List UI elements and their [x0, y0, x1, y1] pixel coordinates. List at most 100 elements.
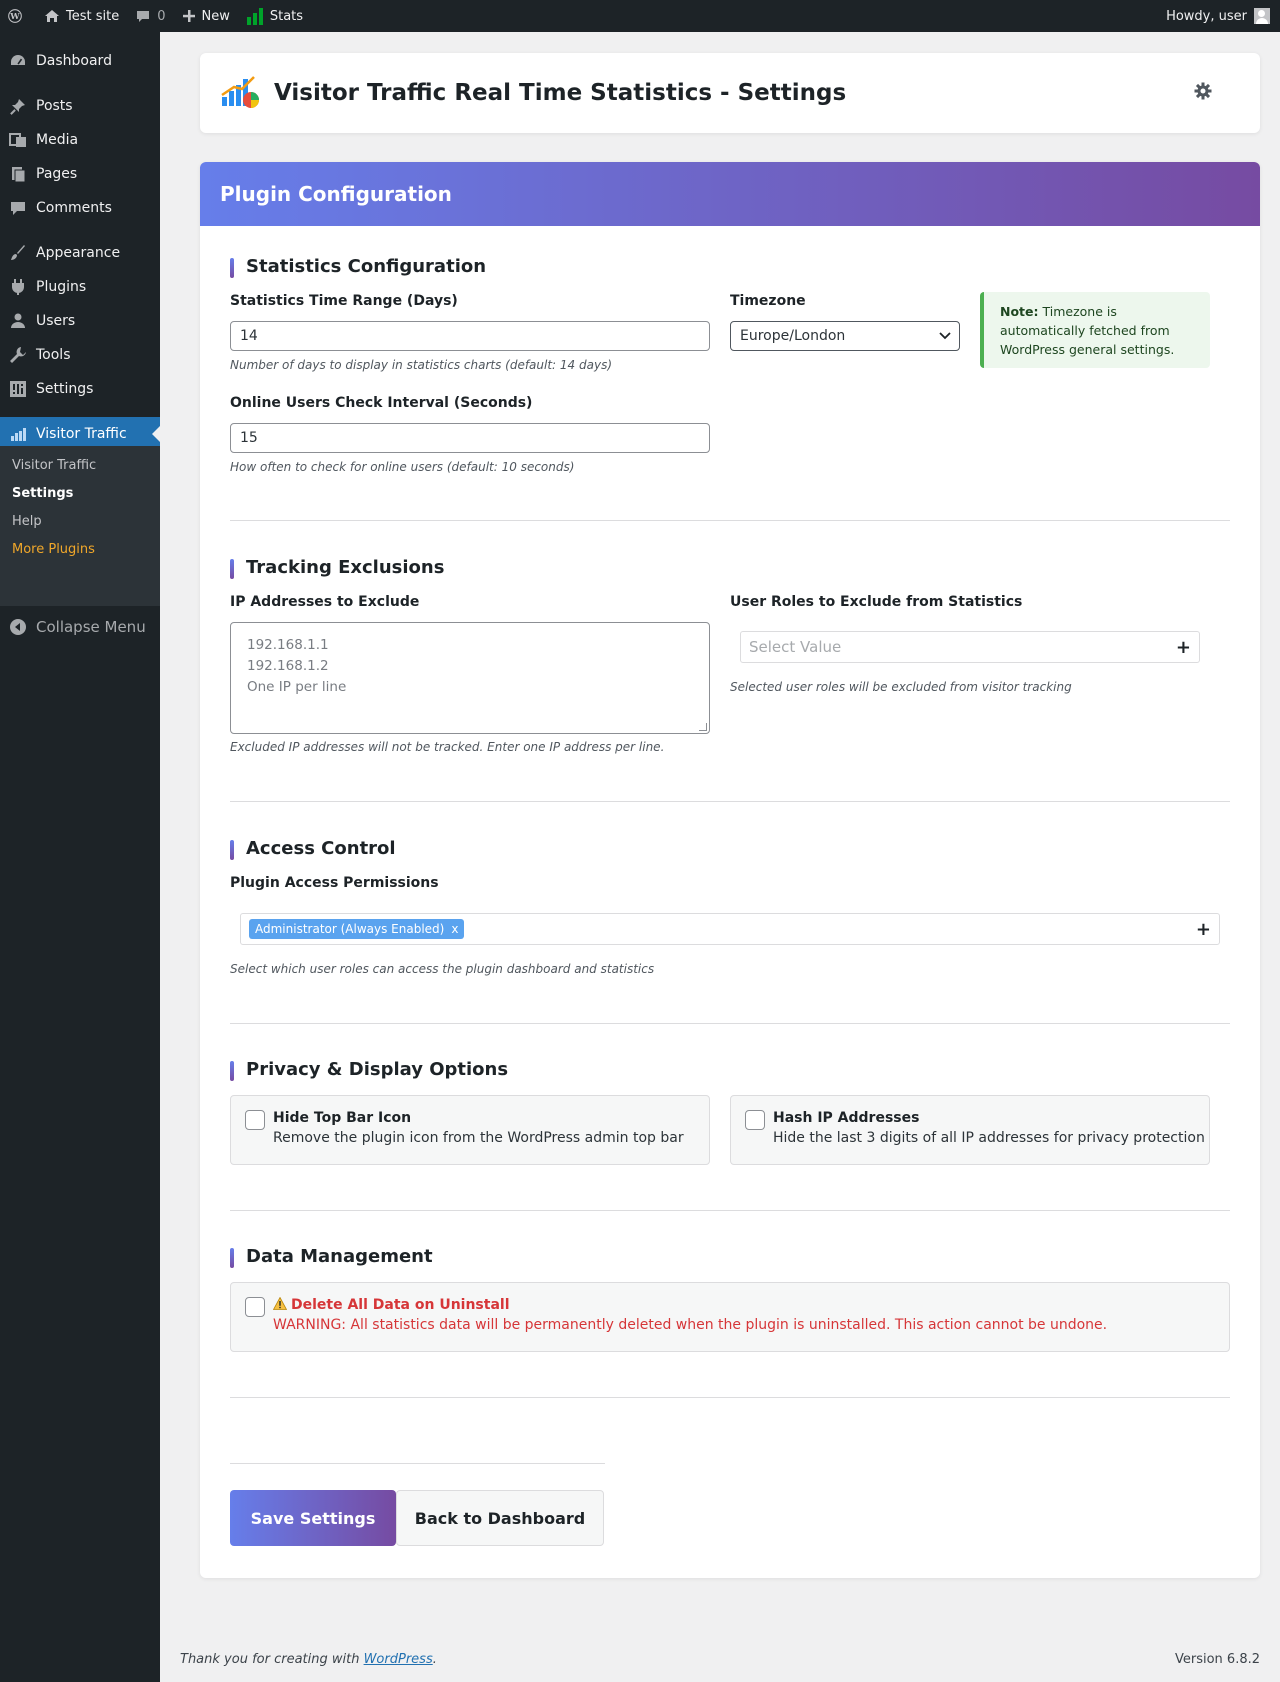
sidebar-item-dashboard[interactable]: Dashboard	[0, 44, 160, 78]
card-heading: Plugin Configuration	[200, 162, 1260, 226]
stats-bars-icon	[246, 8, 263, 25]
comments-link[interactable]: 0	[127, 0, 173, 32]
access-permissions-select[interactable]: Administrator (Always Enabled) x +	[240, 913, 1220, 945]
wordpress-logo-icon[interactable]: W	[0, 0, 36, 32]
ip-exclude-hint: Excluded IP addresses will not be tracke…	[230, 740, 665, 754]
stats-label: Stats	[269, 8, 304, 24]
chip-label: Administrator (Always Enabled)	[255, 922, 445, 936]
sidebar-item-posts[interactable]: Posts	[0, 89, 160, 123]
note-label: Note:	[1000, 304, 1039, 319]
wrench-icon	[0, 346, 36, 364]
avatar	[1254, 8, 1270, 24]
interval-hint: How often to check for online users (def…	[230, 460, 575, 474]
sidebar-item-label: Dashboard	[36, 53, 112, 69]
timezone-select[interactable]: Europe/London	[730, 321, 960, 351]
site-name-link[interactable]: Test site	[36, 0, 127, 32]
resize-handle-icon[interactable]	[699, 723, 707, 731]
interval-input[interactable]: 15	[230, 423, 710, 453]
ip-exclude-textarea[interactable]: 192.168.1.1 192.168.1.2 One IP per line	[230, 622, 710, 734]
admin-sidebar: Dashboard Posts Media Pages Comments App…	[0, 32, 160, 1682]
roles-exclude-select[interactable]: Select Value +	[740, 631, 1200, 663]
roles-exclude-label: User Roles to Exclude from Statistics	[730, 594, 1023, 610]
hash-ip-option[interactable]: Hash IP Addresses Hide the last 3 digits…	[730, 1095, 1210, 1165]
site-name: Test site	[66, 8, 120, 24]
sidebar-item-label: Comments	[36, 200, 112, 216]
page-title: Visitor Traffic Real Time Statistics - S…	[274, 80, 847, 106]
section-divider	[230, 801, 1230, 802]
section-title-data-management: Data Management	[230, 1246, 433, 1268]
sidebar-item-label: Media	[36, 132, 79, 148]
hide-top-bar-checkbox[interactable]	[245, 1110, 265, 1130]
new-content-link[interactable]: New	[174, 0, 238, 32]
hash-ip-checkbox[interactable]	[745, 1110, 765, 1130]
delete-data-option[interactable]: Delete All Data on Uninstall WARNING: Al…	[230, 1282, 1230, 1352]
section-divider	[230, 1210, 1230, 1211]
time-range-input[interactable]: 14	[230, 321, 710, 351]
role-chip: Administrator (Always Enabled) x	[249, 919, 465, 939]
textarea-placeholder-line: One IP per line	[247, 679, 347, 695]
option-title: Hide Top Bar Icon	[273, 1110, 412, 1126]
section-title-privacy: Privacy & Display Options	[230, 1059, 508, 1081]
sidebar-item-pages[interactable]: Pages	[0, 157, 160, 191]
settings-icon	[0, 380, 36, 398]
collapse-menu-button[interactable]: Collapse Menu	[0, 610, 160, 644]
textarea-placeholder-line: 192.168.1.2	[247, 658, 329, 674]
footer-version: Version 6.8.2	[1174, 1652, 1260, 1667]
pushpin-icon	[0, 97, 36, 115]
delete-title: Delete All Data on Uninstall	[291, 1297, 510, 1313]
plus-icon[interactable]: +	[1196, 919, 1211, 940]
submenu-item-visitor-traffic[interactable]: Visitor Traffic	[12, 458, 96, 473]
sidebar-item-comments[interactable]: Comments	[0, 191, 160, 225]
sidebar-item-users[interactable]: Users	[0, 304, 160, 338]
sidebar-item-plugins[interactable]: Plugins	[0, 270, 160, 304]
footer-thanks-suffix: .	[432, 1652, 437, 1667]
brush-icon	[0, 244, 36, 262]
ip-exclude-label: IP Addresses to Exclude	[230, 594, 420, 610]
time-range-label: Statistics Time Range (Days)	[230, 293, 458, 309]
sidebar-item-appearance[interactable]: Appearance	[0, 236, 160, 270]
sidebar-item-settings[interactable]: Settings	[0, 372, 160, 406]
buttons-divider	[230, 1463, 605, 1464]
howdy-text: Howdy, user	[1166, 8, 1247, 24]
roles-exclude-hint: Selected user roles will be excluded fro…	[730, 680, 1072, 694]
home-icon	[45, 10, 59, 22]
wordpress-link[interactable]: WordPress	[364, 1652, 433, 1667]
chip-remove-button[interactable]: x	[451, 922, 458, 936]
section-divider	[230, 1023, 1230, 1024]
save-settings-button[interactable]: Save Settings	[230, 1490, 396, 1546]
comment-bubble-icon	[137, 11, 150, 22]
option-title: Hash IP Addresses	[773, 1110, 920, 1126]
sidebar-item-label: Users	[36, 313, 76, 329]
gear-icon[interactable]	[1194, 82, 1212, 104]
delete-data-checkbox[interactable]	[245, 1297, 265, 1317]
sidebar-item-tools[interactable]: Tools	[0, 338, 160, 372]
sidebar-item-label: Posts	[36, 98, 73, 114]
sidebar-item-label: Plugins	[36, 279, 87, 295]
sidebar-item-label: Appearance	[36, 245, 121, 261]
sidebar-item-label: Visitor Traffic	[36, 426, 127, 442]
access-permissions-label: Plugin Access Permissions	[230, 875, 439, 891]
plus-icon[interactable]: +	[1176, 637, 1191, 658]
media-icon	[0, 131, 36, 149]
section-title-access: Access Control	[230, 838, 396, 860]
submenu: Visitor Traffic Settings Help More Plugi…	[0, 446, 160, 606]
back-to-dashboard-button[interactable]: Back to Dashboard	[396, 1490, 604, 1546]
hide-top-bar-option[interactable]: Hide Top Bar Icon Remove the plugin icon…	[230, 1095, 710, 1165]
my-account-link[interactable]: Howdy, user	[1158, 0, 1280, 32]
option-description: Hide the last 3 digits of all IP address…	[773, 1130, 1205, 1146]
stats-link[interactable]: Stats	[238, 0, 311, 32]
interval-label: Online Users Check Interval (Seconds)	[230, 395, 533, 411]
sidebar-item-media[interactable]: Media	[0, 123, 160, 157]
submenu-item-more-plugins[interactable]: More Plugins	[12, 542, 95, 557]
new-label: New	[201, 8, 230, 24]
submenu-item-settings[interactable]: Settings	[12, 486, 73, 501]
option-description: WARNING: All statistics data will be per…	[273, 1317, 1108, 1333]
collapse-label: Collapse Menu	[36, 618, 146, 636]
submenu-item-help[interactable]: Help	[12, 514, 42, 529]
timezone-label: Timezone	[730, 293, 806, 309]
svg-text:W: W	[9, 11, 20, 21]
comment-icon	[0, 199, 36, 217]
roles-placeholder: Select Value	[749, 638, 842, 656]
footer-thanks: Thank you for creating with WordPress.	[180, 1652, 437, 1667]
access-permissions-hint: Select which user roles can access the p…	[230, 962, 655, 976]
